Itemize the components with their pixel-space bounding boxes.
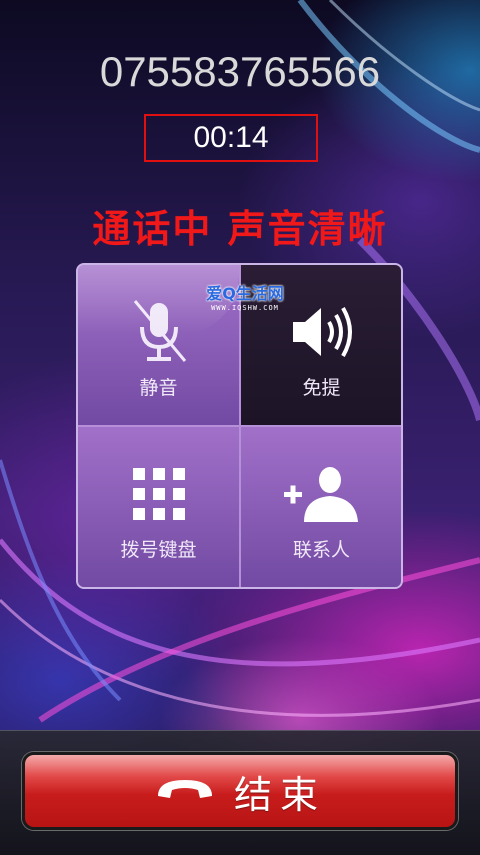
contacts-button[interactable]: 联系人 [241, 427, 401, 587]
speaker-icon [287, 297, 357, 367]
watermark-url: WWW.IQSHW.COM [211, 304, 279, 312]
contacts-label: 联系人 [292, 539, 350, 561]
end-call-label: 结束 [233, 772, 326, 817]
call-status-text: 通话中 声音清晰 [92, 207, 388, 251]
dialpad-label: 拨号键盘 [120, 539, 197, 561]
mic-off-icon [129, 297, 189, 367]
add-contact-icon [282, 459, 362, 529]
speaker-label: 免提 [302, 377, 341, 399]
call-timer: 00:14 [193, 121, 269, 154]
call-timer-box: 00:14 [144, 114, 318, 162]
hang-up-icon [154, 774, 216, 808]
dialpad-icon [131, 459, 187, 529]
dialpad-button[interactable]: 拨号键盘 [78, 427, 239, 587]
watermark-text: 爱Q生活网 [206, 284, 284, 303]
phone-number: 075583765566 [99, 48, 381, 95]
end-call-button[interactable]: 结束 [22, 752, 458, 830]
mute-label: 静音 [139, 377, 178, 399]
watermark-logo: 爱Q生活网 WWW.IQSHW.COM [195, 280, 295, 312]
